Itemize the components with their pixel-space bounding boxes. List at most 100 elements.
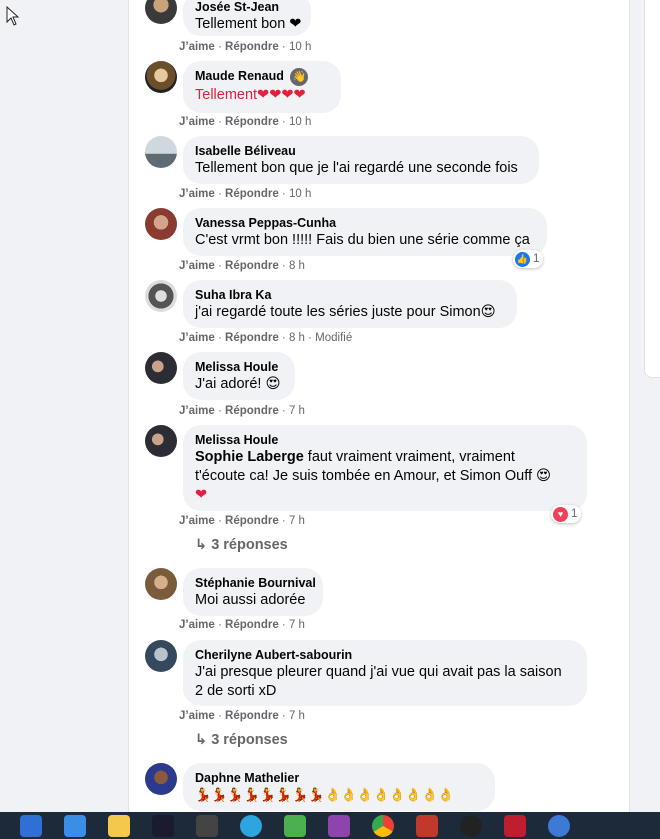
like-link[interactable]: J’aime <box>179 515 215 527</box>
like-link[interactable]: J’aime <box>179 116 215 128</box>
avatar[interactable] <box>145 280 177 312</box>
like-link[interactable]: J’aime <box>179 41 215 53</box>
mouse-cursor-icon <box>6 6 20 26</box>
comment-bubble: Vanessa Peppas-Cunha C'est vrmt bon !!!!… <box>183 208 547 256</box>
taskbar <box>0 812 660 839</box>
like-link[interactable]: J’aime <box>179 710 215 722</box>
comment-author[interactable]: Vanessa Peppas-Cunha <box>195 215 535 231</box>
comment-author[interactable]: Isabelle Béliveau <box>195 143 527 159</box>
game2-icon[interactable] <box>328 814 350 837</box>
comment-time[interactable]: 7 h <box>289 405 305 417</box>
reply-link[interactable]: Répondre <box>225 188 279 200</box>
reply-link[interactable]: Répondre <box>225 405 279 417</box>
comment-actions: J’aime · Répondre · 7 h <box>179 515 305 527</box>
right-side-panel <box>644 0 660 378</box>
app-icon[interactable] <box>416 814 438 837</box>
view-replies-link[interactable]: ↳ 3 réponses <box>195 732 288 748</box>
comment-time[interactable]: 8 h <box>289 332 305 344</box>
comment-author[interactable]: Melissa Houle <box>195 359 283 375</box>
like-link[interactable]: J’aime <box>179 332 215 344</box>
comment-time[interactable]: 10 h <box>289 188 311 200</box>
reply-arrow-icon: ↳ <box>195 537 212 553</box>
comment-time[interactable]: 8 h <box>289 260 305 272</box>
avatar[interactable] <box>145 425 177 457</box>
comment-actions: J’aime · Répondre · 7 h <box>179 710 305 722</box>
comment-author[interactable]: Suha Ibra Ka <box>195 287 505 303</box>
view-replies-link[interactable]: ↳ 3 réponses <box>195 537 288 553</box>
comment-text: t'écoute ca! Je suis tombée en Amour, et… <box>195 468 552 484</box>
comment-text: Tellement❤❤❤❤ <box>195 87 306 103</box>
folder-icon[interactable] <box>108 814 130 837</box>
like-link[interactable]: J’aime <box>179 188 215 200</box>
edited-label: · Modifié <box>304 332 353 344</box>
comment-time[interactable]: 7 h <box>289 515 305 527</box>
like-link[interactable]: J’aime <box>179 619 215 631</box>
comment-author[interactable]: Stéphanie Bournival <box>195 575 316 591</box>
mail-icon[interactable] <box>20 814 42 837</box>
like-link[interactable]: J’aime <box>179 405 215 417</box>
comment-text: J'ai presque pleurer quand j'ai vue qui … <box>195 664 562 680</box>
comment-author[interactable]: Daphne Mathelier <box>195 770 483 786</box>
comment-time[interactable]: 10 h <box>289 41 311 53</box>
avatar[interactable] <box>145 208 177 240</box>
page-background <box>0 0 128 839</box>
avatar[interactable] <box>145 352 177 384</box>
comment-bubble: Melissa Houle Sophie Laberge faut vraime… <box>183 425 587 511</box>
comment-bubble: Isabelle Béliveau Tellement bon que je l… <box>183 136 539 184</box>
comment-bubble: Josée St-Jean Tellement bon ❤ <box>183 0 311 36</box>
avatar[interactable] <box>145 763 177 795</box>
avatar[interactable] <box>145 0 177 24</box>
reply-link[interactable]: Répondre <box>225 41 279 53</box>
comment-text: j'ai regardé toute les séries juste pour… <box>195 304 496 320</box>
mention-link[interactable]: Sophie Laberge <box>195 449 304 465</box>
comment-text: 2 de sorti xD <box>195 683 277 699</box>
chrome-icon[interactable] <box>372 814 394 837</box>
avatar[interactable] <box>145 568 177 600</box>
avatar[interactable] <box>145 136 177 168</box>
comment-text: Tellement bon que je l'ai regardé une se… <box>195 160 518 176</box>
comment-author[interactable]: Maude Renaud 👋 <box>195 68 329 86</box>
comment-bubble: Melissa Houle J'ai adoré! 😍 <box>183 352 295 400</box>
comment-text: Moi aussi adorée <box>195 592 306 608</box>
reply-arrow-icon: ↳ <box>195 732 212 748</box>
reply-link[interactable]: Répondre <box>225 260 279 272</box>
reply-link[interactable]: Répondre <box>225 515 279 527</box>
like-link[interactable]: J’aime <box>179 260 215 272</box>
contacts-icon[interactable] <box>64 814 86 837</box>
game-icon[interactable] <box>152 814 174 837</box>
comment-author[interactable]: Cherilyne Aubert-sabourin <box>195 647 575 663</box>
comment-bubble: Daphne Mathelier 💃💃💃💃💃💃💃💃👌👌👌👌👌👌👌👌 <box>183 763 495 811</box>
heart-icon: ♥ <box>553 506 568 522</box>
chat-icon[interactable] <box>284 814 306 837</box>
comment-text: J'ai adoré! 😍 <box>195 376 281 392</box>
comment-text: Tellement bon ❤ <box>195 16 302 32</box>
obs-icon[interactable] <box>460 814 482 837</box>
comment-bubble: Cherilyne Aubert-sabourin J'ai presque p… <box>183 640 587 706</box>
reaction-count[interactable]: ♥ 1 <box>551 505 582 523</box>
comment-time[interactable]: 7 h <box>289 710 305 722</box>
comment-actions: J’aime · Répondre · 8 h · Modifié <box>179 332 353 344</box>
comment-time[interactable]: 10 h <box>289 116 311 128</box>
like-icon: 👍 <box>515 251 530 267</box>
avatar[interactable] <box>145 61 177 93</box>
avatar[interactable] <box>145 640 177 672</box>
reply-link[interactable]: Répondre <box>225 332 279 344</box>
comment-author[interactable]: Melissa Houle <box>195 432 575 448</box>
comment-actions: J’aime · Répondre · 10 h <box>179 41 312 53</box>
reaction-count[interactable]: 👍 1 <box>513 250 544 268</box>
comment-text: 💃💃💃💃💃💃💃💃👌👌👌👌👌👌👌👌 <box>195 788 454 803</box>
reply-link[interactable]: Répondre <box>225 116 279 128</box>
comment-time[interactable]: 7 h <box>289 619 305 631</box>
comment-bubble: Stéphanie Bournival Moi aussi adorée <box>183 568 323 616</box>
waving-hand-badge: 👋 <box>290 68 309 86</box>
comment-bubble: Maude Renaud 👋 Tellement❤❤❤❤ <box>183 61 341 113</box>
reply-link[interactable]: Répondre <box>225 710 279 722</box>
filezilla-icon[interactable] <box>504 814 526 837</box>
comment-author[interactable]: Josée St-Jean <box>195 0 299 15</box>
comment-actions: J’aime · Répondre · 7 h <box>179 405 305 417</box>
reply-link[interactable]: Répondre <box>225 619 279 631</box>
browser-icon[interactable] <box>548 814 570 837</box>
camera-icon[interactable] <box>196 814 218 837</box>
comment-bubble: Suha Ibra Ka j'ai regardé toute les séri… <box>183 280 517 328</box>
telegram-icon[interactable] <box>240 814 262 837</box>
